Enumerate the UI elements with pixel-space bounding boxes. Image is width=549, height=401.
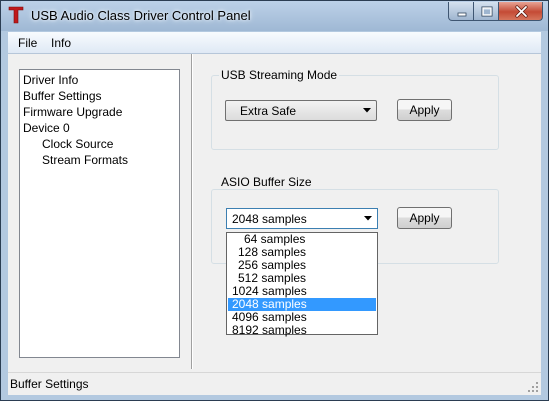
chevron-down-icon	[364, 216, 372, 221]
streaming-mode-dropdown[interactable]: Extra Safe	[225, 100, 377, 121]
tascam-t-icon	[8, 6, 24, 24]
dropdown-option-8192[interactable]: 8192 samples	[228, 324, 376, 337]
navigation-tree: Driver Info Buffer Settings Firmware Upg…	[19, 69, 180, 358]
minimize-icon	[457, 12, 467, 17]
menu-bar: File Info	[8, 32, 541, 54]
streaming-apply-button[interactable]: Apply	[397, 99, 452, 121]
streaming-mode-value: Extra Safe	[240, 104, 297, 118]
client-area: File Info Driver Info Buffer Settings Fi…	[8, 32, 541, 395]
asio-buffer-size-dropdown[interactable]: 2048 samples	[226, 208, 378, 229]
maximize-icon	[481, 6, 493, 17]
chevron-down-icon	[363, 108, 371, 113]
status-bar: Buffer Settings	[8, 372, 541, 395]
minimize-button[interactable]	[448, 2, 474, 21]
asio-buffer-size-value: 2048 samples	[232, 212, 307, 226]
close-button[interactable]	[498, 2, 543, 21]
usb-streaming-mode-label: USB Streaming Mode	[219, 68, 340, 82]
tree-item-firmware-upgrade[interactable]: Firmware Upgrade	[23, 105, 122, 119]
tree-item-clock-source[interactable]: Clock Source	[42, 137, 113, 151]
asio-buffer-size-list: 64 samples 128 samples 256 samples 512 s…	[226, 232, 378, 337]
tree-item-driver-info[interactable]: Driver Info	[23, 73, 78, 87]
maximize-button[interactable]	[473, 2, 499, 21]
window-title: USB Audio Class Driver Control Panel	[31, 8, 251, 23]
asio-apply-button[interactable]: Apply	[397, 207, 452, 229]
pane-splitter-highlight	[192, 54, 193, 369]
resize-grip-icon[interactable]	[528, 382, 539, 393]
tree-item-stream-formats[interactable]: Stream Formats	[42, 153, 128, 167]
main-window: USB Audio Class Driver Control Panel Fil…	[0, 0, 549, 401]
menu-info[interactable]: Info	[51, 36, 71, 50]
close-icon	[515, 5, 528, 18]
tree-item-buffer-settings[interactable]: Buffer Settings	[23, 89, 102, 103]
status-text: Buffer Settings	[10, 377, 89, 391]
asio-buffer-size-label: ASIO Buffer Size	[219, 175, 314, 189]
tree-item-device-0[interactable]: Device 0	[23, 121, 70, 135]
menu-file[interactable]: File	[18, 36, 37, 50]
title-bar[interactable]: USB Audio Class Driver Control Panel	[1, 1, 548, 31]
